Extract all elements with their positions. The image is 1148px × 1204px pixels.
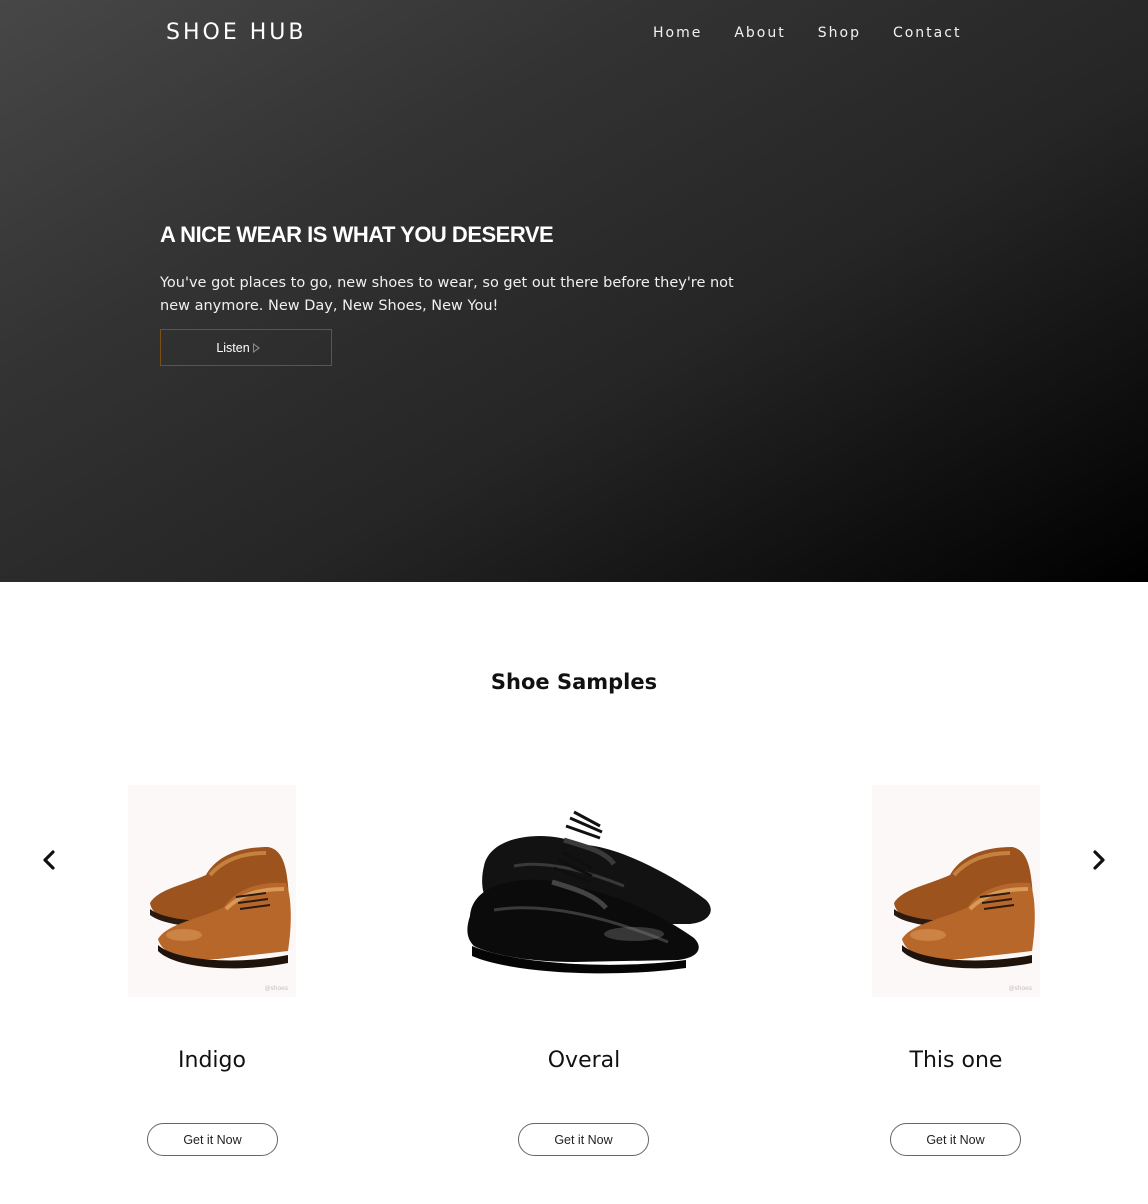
hero-text: You've got places to go, new shoes to we… [160,275,734,314]
play-icon [252,342,260,353]
chevron-right-icon [1093,850,1105,870]
nav-home[interactable]: Home [653,25,702,41]
listen-button[interactable]: Listen [160,329,332,366]
get-it-now-button[interactable]: Get it Now [147,1123,278,1156]
hero-title: A NICE WEAR IS WHAT YOU DESERVE [160,222,554,247]
brand-logo[interactable]: SHOE HUB [166,20,306,45]
svg-text:@shoes: @shoes [1009,985,1032,992]
section-title: Shoe Samples [490,670,658,694]
nav-about[interactable]: About [734,25,785,41]
black-shoes-image [454,806,714,976]
get-it-now-button[interactable]: Get it Now [890,1123,1021,1156]
hero-section: SHOE HUB Home About Shop Contact A NICE … [0,0,1148,582]
product-name: Overal [547,1048,621,1073]
main-nav: Home About Shop Contact [653,25,993,41]
listen-button-label: Listen [216,340,250,355]
svg-text:@shoes: @shoes [265,985,288,992]
product-image [410,780,758,1002]
nav-contact[interactable]: Contact [893,25,961,41]
carousel-prev-button[interactable] [36,846,64,874]
chevron-left-icon [43,850,55,870]
get-it-now-button[interactable]: Get it Now [518,1123,649,1156]
product-name: This one [909,1048,1003,1073]
product-image: @shoes [842,780,1070,1002]
product-image: @shoes [100,780,324,1002]
brown-shoes-image: @shoes [128,785,296,997]
product-name: Indigo [178,1048,246,1073]
nav-shop[interactable]: Shop [818,25,861,41]
carousel-next-button[interactable] [1084,846,1112,874]
brown-shoes-image: @shoes [872,785,1040,997]
